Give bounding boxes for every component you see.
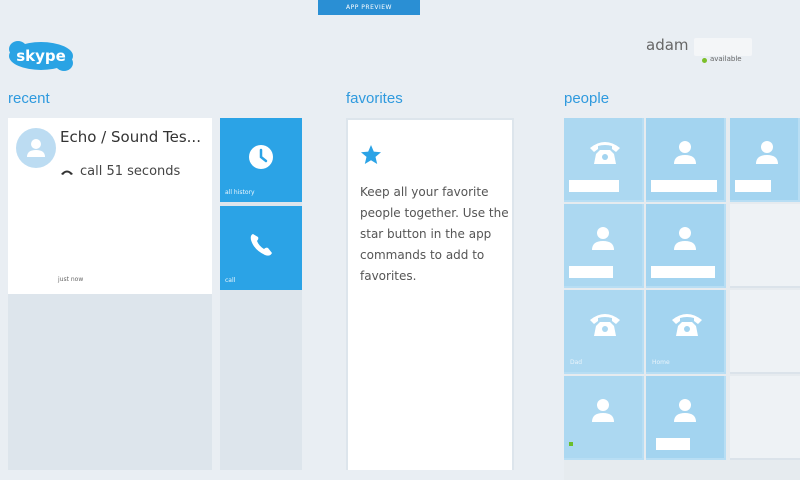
call-info: call 51 seconds xyxy=(60,164,180,179)
recent-column: Echo / Sound Tes... call 51 seconds just… xyxy=(8,118,212,470)
contact-name: Echo / Sound Tes... xyxy=(60,128,201,146)
contact-name-redacted xyxy=(651,266,715,278)
app-preview-banner: APP PREVIEW xyxy=(318,0,420,15)
people-tile[interactable] xyxy=(646,376,726,460)
person-icon xyxy=(592,399,614,422)
call-tile[interactable]: call xyxy=(220,206,302,290)
landline-phone-icon xyxy=(590,142,620,164)
phone-icon xyxy=(250,234,272,256)
favorites-empty-card: Keep all your favorite people together. … xyxy=(348,120,512,470)
all-history-label: all history xyxy=(225,189,255,196)
status-indicator-icon xyxy=(702,58,707,63)
call-label: call xyxy=(225,277,236,284)
favorites-column: Keep all your favorite people together. … xyxy=(346,118,514,470)
recent-conversation-card[interactable]: Echo / Sound Tes... call 51 seconds just… xyxy=(8,118,212,294)
user-status: available xyxy=(710,55,742,63)
people-empty-slot xyxy=(730,290,800,374)
person-icon xyxy=(592,227,614,250)
landline-phone-icon xyxy=(672,314,702,336)
contact-label: Home xyxy=(652,359,670,366)
recent-actions-column: all history call xyxy=(220,118,302,470)
people-tile[interactable] xyxy=(646,204,726,288)
people-empty-slot xyxy=(730,376,800,460)
user-name-redacted xyxy=(694,38,752,56)
contact-name-redacted xyxy=(651,180,717,192)
people-tile[interactable] xyxy=(730,118,800,202)
online-status-icon xyxy=(569,442,573,446)
conversation-timestamp: just now xyxy=(58,276,84,283)
clock-icon xyxy=(249,145,273,169)
star-icon xyxy=(361,145,381,164)
user-name: adam xyxy=(646,36,689,54)
people-empty-slot xyxy=(730,204,800,288)
contact-avatar xyxy=(16,128,56,168)
person-icon xyxy=(674,399,696,422)
people-tile[interactable] xyxy=(646,118,726,202)
people-tile[interactable] xyxy=(564,376,644,460)
contact-label: Dad xyxy=(570,359,583,366)
person-icon xyxy=(756,141,778,164)
favorites-help-text: Keep all your favorite people together. … xyxy=(360,185,509,283)
all-history-tile[interactable]: all history xyxy=(220,118,302,202)
person-icon xyxy=(674,227,696,250)
section-title-people: people xyxy=(564,90,610,107)
contact-name-redacted xyxy=(735,180,771,192)
people-tile[interactable] xyxy=(564,118,644,202)
contact-name-redacted xyxy=(656,438,690,450)
people-tile[interactable]: Dad xyxy=(564,290,644,374)
call-duration: call 51 seconds xyxy=(80,164,181,179)
person-icon xyxy=(674,141,696,164)
user-profile[interactable]: adam available xyxy=(646,36,756,76)
people-tile[interactable] xyxy=(564,204,644,288)
svg-text:skype: skype xyxy=(16,47,66,65)
person-icon xyxy=(27,139,45,157)
section-title-favorites: favorites xyxy=(346,90,403,107)
people-column: Dad Home xyxy=(564,118,800,480)
people-tile[interactable]: Home xyxy=(646,290,726,374)
skype-logo: skype xyxy=(9,41,73,71)
contact-name-redacted xyxy=(569,266,613,278)
hangup-phone-icon xyxy=(61,170,73,175)
section-title-recent: recent xyxy=(8,90,50,107)
contact-name-redacted xyxy=(569,180,619,192)
landline-phone-icon xyxy=(590,314,620,336)
